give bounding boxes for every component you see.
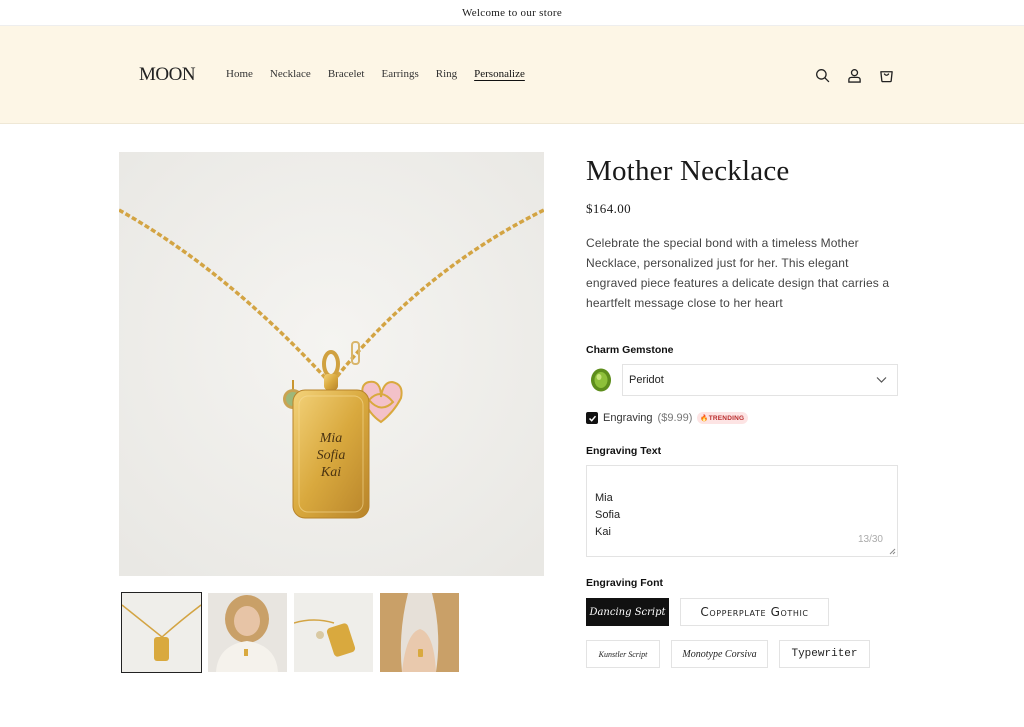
engraving-text-value: Mia Sofia Kai bbox=[595, 492, 621, 538]
thumbnail-strip bbox=[121, 592, 459, 673]
thumbnail-1[interactable] bbox=[121, 592, 202, 673]
nav-item-ring[interactable]: Ring bbox=[436, 68, 457, 80]
engraving-checkbox-label: Engraving bbox=[603, 412, 653, 424]
nav-item-necklace[interactable]: Necklace bbox=[270, 68, 311, 80]
font-option-copperplate-gothic[interactable]: Copperplate Gothic bbox=[680, 598, 829, 626]
thumbnail-2[interactable] bbox=[208, 593, 287, 672]
engraving-line-3: Kai bbox=[320, 465, 341, 480]
announcement-bar: Welcome to our store bbox=[0, 0, 1024, 26]
chevron-down-icon bbox=[876, 377, 887, 383]
nav-item-earrings[interactable]: Earrings bbox=[381, 68, 418, 80]
account-icon[interactable] bbox=[845, 66, 863, 84]
nav-item-home[interactable]: Home bbox=[226, 68, 253, 80]
product-price: $164.00 bbox=[586, 201, 632, 216]
engraving-line-1: Mia bbox=[319, 431, 343, 446]
font-option-dancing-script[interactable]: Dancing Script bbox=[586, 598, 669, 626]
gemstone-label: Charm Gemstone bbox=[586, 344, 674, 356]
engraving-option: Engraving ($9.99) 🔥TRENDING bbox=[586, 412, 749, 424]
gemstone-select-value: Peridot bbox=[629, 374, 664, 386]
engraving-line-2: Sofia bbox=[317, 448, 346, 463]
search-icon[interactable] bbox=[813, 66, 831, 84]
resize-handle-icon[interactable] bbox=[888, 547, 896, 555]
gemstone-row: Peridot bbox=[586, 364, 898, 396]
char-counter: 13/30 bbox=[857, 534, 883, 545]
gemstone-select[interactable]: Peridot bbox=[622, 364, 898, 396]
trending-badge: 🔥TRENDING bbox=[697, 412, 749, 424]
engraving-price: ($9.99) bbox=[657, 412, 693, 424]
product-info: Mother Necklace $164.00 Celebrate the sp… bbox=[586, 152, 898, 668]
product-main-image: Mia Sofia Kai bbox=[119, 152, 544, 576]
gemstone-swatch-icon bbox=[591, 368, 611, 392]
engraving-text-label: Engraving Text bbox=[586, 445, 662, 457]
engraving-checkbox[interactable] bbox=[586, 412, 598, 424]
site-header: MOON Home Necklace Bracelet Earrings Rin… bbox=[0, 26, 1024, 124]
font-option-typewriter[interactable]: Typewriter bbox=[779, 640, 870, 668]
font-option-monotype-corsiva[interactable]: Monotype Corsiva bbox=[671, 640, 768, 668]
thumbnail-3[interactable] bbox=[294, 593, 373, 672]
trending-badge-label: TRENDING bbox=[708, 415, 745, 422]
engraving-font-label: Engraving Font bbox=[586, 577, 663, 589]
checkmark-icon bbox=[588, 415, 596, 422]
engraving-text-input[interactable]: Mia Sofia Kai 13/30 bbox=[586, 465, 898, 557]
store-logo[interactable]: MOON bbox=[139, 64, 196, 86]
nav-item-bracelet[interactable]: Bracelet bbox=[328, 68, 365, 80]
announcement-text: Welcome to our store bbox=[461, 6, 563, 19]
product-title: Mother Necklace bbox=[586, 155, 790, 187]
header-icons bbox=[813, 66, 895, 84]
main-nav: Home Necklace Bracelet Earrings Ring Per… bbox=[226, 68, 525, 80]
cart-icon[interactable] bbox=[877, 66, 895, 84]
nav-item-personalize[interactable]: Personalize bbox=[474, 68, 525, 80]
thumbnail-4[interactable] bbox=[380, 593, 459, 672]
product-description: Celebrate the special bond with a timele… bbox=[586, 236, 890, 310]
font-option-kunstler-script[interactable]: Kunstler Script bbox=[586, 640, 660, 668]
fire-icon: 🔥 bbox=[700, 415, 709, 422]
